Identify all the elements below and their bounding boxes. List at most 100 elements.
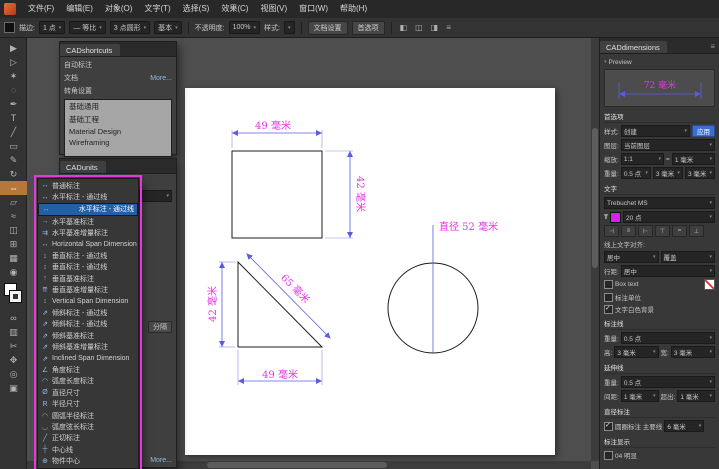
menu-item[interactable]: → 水平基准标注 xyxy=(38,216,138,227)
extline-gap-select[interactable]: 1 毫米▾ xyxy=(621,390,659,402)
preset-list-item[interactable]: 基础通用 xyxy=(65,100,171,113)
fill-color-swatch[interactable] xyxy=(4,22,15,33)
diameter-size-select[interactable]: 6 毫米▾ xyxy=(664,420,704,432)
tool-button[interactable]: ▷ xyxy=(0,55,27,69)
artboard[interactable]: 49 毫米 42 毫米 42 毫米 65 毫米 49 毫米 直径 52 毫米 xyxy=(185,88,555,455)
menu-item[interactable]: ┼ 中心线 xyxy=(38,444,138,455)
appearance-select[interactable]: 基本▾ xyxy=(154,21,182,34)
menu-item[interactable]: ⊕ 物件中心 xyxy=(38,455,138,466)
panel-menu-icon[interactable]: ≡ xyxy=(444,23,453,32)
text-color-swatch[interactable] xyxy=(610,212,621,223)
display-checkbox[interactable] xyxy=(604,451,613,460)
menubar-item[interactable]: 对象(O) xyxy=(99,0,139,18)
menubar-item[interactable]: 文件(F) xyxy=(22,0,60,18)
triangle-hypotenuse-dimension[interactable]: 65 毫米 xyxy=(278,271,313,306)
menu-item[interactable]: ↕ Vertical Span Dimension xyxy=(38,296,138,307)
tool-button[interactable]: ◫ xyxy=(0,223,27,237)
text-align-top-icon[interactable]: ⊤ xyxy=(655,225,670,237)
menu-item[interactable]: ↔ 水平标注 - 通过线 xyxy=(38,191,138,202)
text-align-middle-icon[interactable]: = xyxy=(672,225,687,237)
preset-list-item[interactable]: Wireframing xyxy=(65,137,171,148)
menubar-item[interactable]: 文字(T) xyxy=(138,0,176,18)
preset-list-item[interactable]: Material Design xyxy=(65,126,171,137)
font-size-select[interactable]: 20 点▾ xyxy=(623,211,715,223)
menubar-item[interactable]: 窗口(W) xyxy=(293,0,334,18)
chevron-down-icon[interactable]: ▾ xyxy=(604,59,607,65)
layer-select[interactable]: 当前图层▾ xyxy=(621,139,715,151)
tool-button[interactable]: ▣ xyxy=(0,381,27,395)
tool-button[interactable]: ✒ xyxy=(0,97,27,111)
divider-button[interactable]: 分隔 xyxy=(148,321,172,333)
align-right-icon[interactable]: ◨ xyxy=(429,23,441,32)
preset-list-item[interactable]: 基础工程 xyxy=(65,113,171,126)
menu-item[interactable]: ╱ 正切标注 xyxy=(38,433,138,444)
tool-button[interactable]: ✎ xyxy=(0,153,27,167)
preferences-button[interactable]: 首选项 xyxy=(352,21,385,35)
menu-item[interactable]: ◡ 弧度弦长标注 xyxy=(38,421,138,432)
arrow-width-select[interactable]: 3 毫米▾ xyxy=(671,346,715,358)
menu-item[interactable]: ⇗ Inclined Span Dimension xyxy=(38,353,138,364)
fill-stroke-control[interactable] xyxy=(0,282,26,308)
menubar-item[interactable]: 帮助(H) xyxy=(334,0,373,18)
tool-button[interactable]: ▭ xyxy=(0,139,27,153)
tool-button[interactable]: ✂ xyxy=(0,339,27,353)
rect-width-dimension[interactable]: 49 毫米 xyxy=(255,119,291,132)
menu-item[interactable]: ⇗ 倾斜基准增量标注 xyxy=(38,341,138,352)
triangle-height-dimension[interactable]: 42 毫米 xyxy=(206,286,219,322)
menu-item[interactable]: ∠ 角度标注 xyxy=(38,364,138,375)
shortcut-preset-list[interactable]: 基础通用 基础工程 Material Design Wireframing xyxy=(64,99,172,157)
menu-item[interactable]: ◠ 弧度长度标注 xyxy=(38,376,138,387)
menu-item[interactable]: ↑ 垂直基准标注 xyxy=(38,273,138,284)
menu-item[interactable]: ⇗ 倾斜标注 - 通过线 xyxy=(38,319,138,330)
document-setup-button[interactable]: 文档设置 xyxy=(308,21,348,35)
rectangle-shape[interactable] xyxy=(232,151,322,238)
width-select[interactable]: 3 毫米▾ xyxy=(685,167,715,179)
menu-item[interactable]: ↔ 普通标注 xyxy=(38,180,138,191)
tool-button[interactable]: ✥ xyxy=(0,353,27,367)
font-family-select[interactable]: Trebuchet MS▾ xyxy=(604,197,715,209)
rect-height-dimension[interactable]: 42 毫米 xyxy=(354,176,367,212)
caddimensions-tab[interactable]: CADdimensions xyxy=(600,41,667,53)
text-align-left-icon[interactable]: ⊣ xyxy=(604,225,619,237)
triangle-base-dimension[interactable]: 49 毫米 xyxy=(262,368,298,381)
circle-diameter-dimension[interactable]: 直径 52 毫米 xyxy=(439,220,498,233)
vertical-scrollbar[interactable] xyxy=(591,38,599,461)
scale-select[interactable]: 1:1▾ xyxy=(621,153,664,165)
align-center-icon[interactable]: ◫ xyxy=(413,23,425,32)
menu-item[interactable]: ⇗ 倾斜基准标注 xyxy=(38,330,138,341)
more-link[interactable]: More... xyxy=(150,75,172,82)
menu-item[interactable]: ↔ Horizontal Span Dimension xyxy=(38,239,138,250)
tool-button[interactable]: ◉ xyxy=(0,265,27,279)
height-select[interactable]: 3 毫米▾ xyxy=(653,167,683,179)
tool-button[interactable]: ╱ xyxy=(0,125,27,139)
brush-select[interactable]: 3 点圆形▾ xyxy=(110,21,150,34)
text-align-bottom-icon[interactable]: ⊥ xyxy=(689,225,704,237)
weight-select[interactable]: 0.5 点▾ xyxy=(621,167,651,179)
menu-item[interactable]: ↔ 水平标注 - 通过线 xyxy=(38,203,138,216)
leading-select[interactable]: 居中▾ xyxy=(621,265,715,277)
menu-item[interactable]: R 半径尺寸 xyxy=(38,398,138,409)
menu-item[interactable]: ↕ 垂直标注 - 通过线 xyxy=(38,262,138,273)
menu-item[interactable]: ↕ 垂直标注 - 通过线 xyxy=(38,250,138,261)
stroke-profile-select[interactable]: — 等比▾ xyxy=(69,21,105,34)
stroke-width-select[interactable]: 1 点▾ xyxy=(39,21,65,34)
tool-button[interactable]: ▥ xyxy=(0,325,27,339)
box-text-checkbox[interactable] xyxy=(604,280,613,289)
graphic-style-select[interactable]: ▾ xyxy=(284,21,295,34)
scrollbar-thumb[interactable] xyxy=(592,128,598,268)
tool-button[interactable]: ↻ xyxy=(0,167,27,181)
no-fill-swatch[interactable] xyxy=(704,279,715,290)
tool-button[interactable]: T xyxy=(0,111,27,125)
opacity-select[interactable]: 100%▾ xyxy=(229,21,260,34)
menubar-item[interactable]: 视图(V) xyxy=(254,0,293,18)
tool-button[interactable]: ▱ xyxy=(0,195,27,209)
more-link[interactable]: More... xyxy=(150,457,172,464)
extline-overshoot-select[interactable]: 1 毫米▾ xyxy=(677,390,715,402)
white-background-checkbox[interactable] xyxy=(604,305,613,314)
panel-menu-icon[interactable]: ≡ xyxy=(710,42,719,53)
extline-weight-select[interactable]: 0.5 点▾ xyxy=(621,376,715,388)
text-align-right-icon[interactable]: ⊢ xyxy=(638,225,653,237)
menu-item[interactable]: ⇈ 垂直基准增量标注 xyxy=(38,285,138,296)
menubar-item[interactable]: 编辑(E) xyxy=(60,0,99,18)
triangle-shape[interactable] xyxy=(238,262,322,347)
